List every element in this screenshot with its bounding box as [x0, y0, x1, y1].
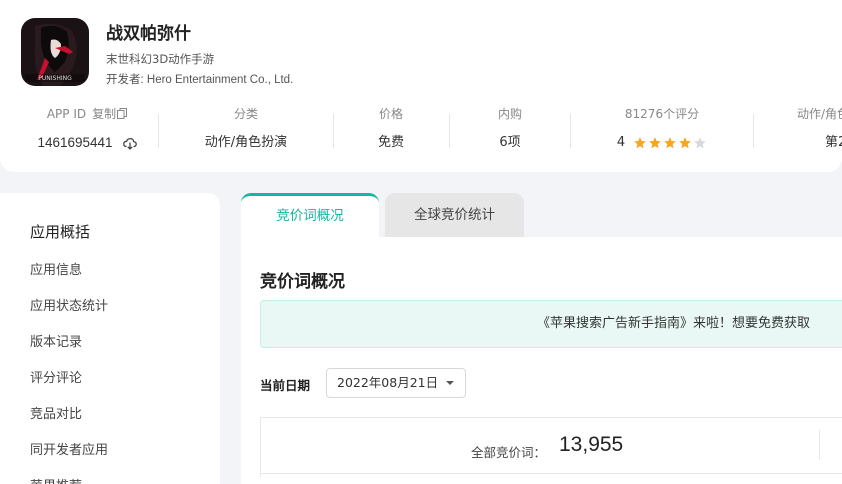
stat-rank: 动作/角色 第2 [790, 104, 842, 164]
stat-rating: 81276个评分 4 [600, 104, 724, 164]
tab-global-bidding-stats[interactable]: 全球竞价统计 [385, 193, 524, 237]
copy-icon [117, 108, 128, 119]
star-empty-icon [694, 136, 706, 148]
cloud-download-icon[interactable] [122, 136, 137, 150]
copy-label: 复制 [92, 107, 117, 121]
star-filled-icon [649, 136, 661, 148]
app-developer: 开发者: Hero Entertainment Co., Ltd. [106, 71, 293, 87]
total-keywords-value: 13,955 [559, 433, 624, 456]
date-select[interactable]: 2022年08月21日 [326, 368, 466, 398]
stat-divider [333, 114, 334, 148]
stat-divider [449, 114, 450, 148]
rating-value: 4 [616, 135, 626, 150]
category-label: 分类 [233, 107, 258, 121]
stat-appid: APP ID 复制 1461695441 [32, 104, 142, 164]
tab-keyword-overview[interactable]: 竞价词概况 [241, 193, 379, 237]
rank-value: 第2 [825, 135, 842, 150]
developer-label: 开发者: [106, 74, 147, 86]
stat-divider [753, 114, 754, 148]
sidebar-item-app-status[interactable]: 应用状态统计 [30, 295, 108, 314]
svg-text:PUNISHING: PUNISHING [38, 75, 72, 82]
iap-label: 内购 [497, 107, 522, 121]
sidebar-item-apple-featured[interactable]: 苹果推荐 [30, 475, 82, 484]
rank-label: 动作/角色 [797, 107, 842, 121]
sidebar-nav: 应用概括 应用信息 应用状态统计 版本记录 评分评论 竞品对比 同开发者应用 苹… [0, 193, 220, 484]
stat-category: 分类 动作/角色扮演 [186, 104, 306, 164]
sidebar-item-app-info[interactable]: 应用信息 [30, 259, 82, 278]
main-panel: 竞价词概况 《苹果搜索广告新手指南》来啦！想要免费获取 当前日期 2022年08… [241, 237, 842, 484]
sidebar-item-versions[interactable]: 版本记录 [30, 331, 82, 350]
star-filled-icon [634, 136, 646, 148]
category-value: 动作/角色扮演 [204, 135, 288, 150]
app-stats: APP ID 复制 1461695441 分类 动作/角色扮演 价格 免费 内购 … [0, 104, 842, 164]
notice-banner[interactable]: 《苹果搜索广告新手指南》来啦！想要免费获取 [260, 300, 842, 348]
stat-divider [570, 114, 571, 148]
sidebar-title[interactable]: 应用概括 [30, 221, 90, 242]
iap-value: 6项 [499, 135, 521, 150]
app-subtitle: 末世科幻3D动作手游 [106, 52, 215, 66]
date-label: 当前日期 [260, 378, 311, 393]
appid-label: APP ID [46, 107, 87, 121]
ratings-count-label: 81276个评分 [624, 107, 700, 121]
card-divider [261, 473, 842, 474]
card-divider [819, 430, 820, 460]
star-filled-icon [679, 136, 691, 148]
keyword-total-card: 全部竞价词： 13,955 [260, 417, 842, 477]
page-title: 竞价词概况 [260, 272, 345, 292]
stat-iap: 内购 6项 [474, 104, 546, 164]
sidebar-item-same-developer[interactable]: 同开发者应用 [30, 439, 108, 458]
app-name: 战双帕弥什 [106, 24, 191, 44]
appid-value: 1461695441 [37, 135, 113, 150]
app-header-card: PUNISHING 战双帕弥什 末世科幻3D动作手游 开发者: Hero Ent… [0, 0, 842, 172]
total-keywords-label: 全部竞价词： [471, 445, 547, 460]
sidebar-item-reviews[interactable]: 评分评论 [30, 367, 82, 386]
chevron-down-icon [446, 381, 454, 385]
price-label: 价格 [378, 107, 403, 121]
developer-name[interactable]: Hero Entertainment Co., Ltd. [147, 74, 293, 86]
star-filled-icon [664, 136, 676, 148]
stat-price: 价格 免费 [355, 104, 427, 164]
rating-stars [633, 136, 707, 150]
app-icon: PUNISHING [21, 18, 89, 86]
date-value: 2022年08月21日 [337, 375, 439, 390]
price-value: 免费 [377, 135, 404, 150]
sidebar-item-competitors[interactable]: 竞品对比 [30, 403, 82, 422]
copy-button[interactable]: 复制 [92, 104, 128, 124]
stat-divider [158, 114, 159, 148]
